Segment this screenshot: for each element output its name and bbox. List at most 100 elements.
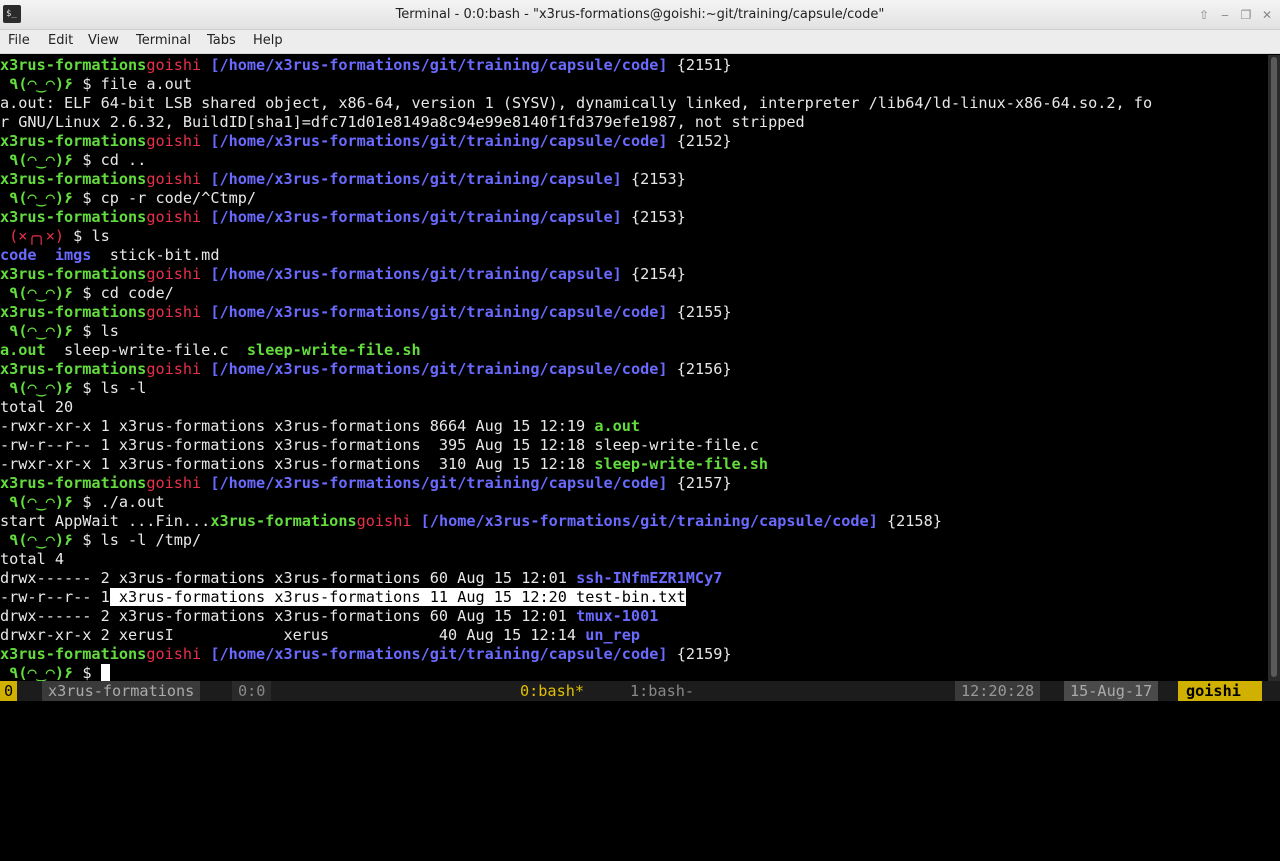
ls-entry-exec: a.out [0, 341, 46, 359]
terminal-line: x3rus-formationsgoishi [/home/x3rus-form… [0, 303, 1268, 322]
prompt-path: [/home/x3rus-formations/git/training/cap… [210, 265, 622, 283]
prompt-path: [/home/x3rus-formations/git/training/cap… [210, 360, 668, 378]
menu-edit[interactable]: Edit [48, 33, 73, 48]
window-titlebar[interactable]: $_ Terminal - 0:0:bash - "x3rus-formatio… [0, 0, 1280, 30]
window-tab-other[interactable]: 1:bash- [630, 681, 694, 701]
output-text: total 20 [0, 398, 74, 416]
command-text: ls -l [100, 379, 147, 397]
menu-help[interactable]: Help [253, 33, 283, 48]
ls-long-meta: -rwxr-xr-x 1 x3rus-formations x3rus-form… [0, 455, 595, 473]
terminal-line: total 20 [0, 398, 1268, 417]
status-host: goishi [1178, 681, 1262, 701]
terminal-line: ٩(◠‿◠)۶ $ ./a.out [0, 493, 165, 511]
prompt-history-number: {2153} [630, 208, 686, 226]
prompt-face: ٩(◠‿◠)۶ [0, 189, 83, 207]
ls-long-meta: -rwxr-xr-x 1 x3rus-formations x3rus-form… [0, 417, 595, 435]
command-text: file a.out [100, 75, 193, 93]
prompt-host: goishi [146, 645, 202, 663]
prompt-path: [/home/x3rus-formations/git/training/cap… [210, 303, 668, 321]
menu-file[interactable]: File [8, 33, 30, 48]
prompt-host: goishi [146, 265, 202, 283]
prompt-path: [/home/x3rus-formations/git/training/cap… [210, 208, 622, 226]
terminal-output[interactable]: x3rus-formationsgoishi [/home/x3rus-form… [0, 55, 1268, 681]
prompt-path: [/home/x3rus-formations/git/training/cap… [210, 170, 622, 188]
scrollbar-thumb[interactable] [1271, 57, 1277, 677]
prompt-path: [/home/x3rus-formations/git/training/cap… [210, 645, 668, 663]
terminal-line: -rw-r--r-- 1 x3rus-formations x3rus-form… [0, 588, 1268, 607]
ls-long-name: un_rep [585, 626, 641, 644]
status-time: 12:20:28 [955, 681, 1041, 701]
menu-tabs[interactable]: Tabs [207, 33, 236, 48]
ls-long-meta: drwxr-xr-x 2 xerus [0, 626, 165, 644]
terminal-line: x3rus-formationsgoishi [/home/x3rus-form… [0, 360, 1268, 379]
prompt-user: x3rus-formations [0, 170, 147, 188]
ls-long-meta: -rw-r--r-- 1 [0, 588, 110, 606]
terminal-line: total 4 [0, 550, 1268, 569]
ls-long-name: tmux-1001 [576, 607, 659, 625]
ls-long-name: sleep-write-file.c [594, 436, 759, 454]
prompt-history-number: {2153} [630, 170, 686, 188]
shade-icon[interactable]: ⇧ [1196, 7, 1212, 23]
terminal-line: drwx------ 2 x3rus-formations x3rus-form… [0, 569, 1268, 588]
text-cursor [100, 664, 110, 681]
terminal-line: ٩(◠‿◠)۶ $ file a.out [0, 75, 193, 93]
window-title: Terminal - 0:0:bash - "x3rus-formations@… [395, 7, 885, 22]
prompt-history-number: {2154} [630, 265, 686, 283]
output-text: r GNU/Linux 2.6.32, BuildID[sha1]=dfc71d… [0, 113, 805, 131]
terminal-line: x3rus-formationsgoishi [/home/x3rus-form… [0, 170, 1268, 189]
window-bottom [0, 701, 1280, 720]
command-text: ls [91, 227, 110, 245]
prompt-face: ٩(◠‿◠)۶ [0, 322, 83, 340]
prompt-history-number: {2159} [676, 645, 732, 663]
prompt-history-number: {2152} [676, 132, 732, 150]
ls-entry-dir: code [0, 246, 37, 264]
close-icon[interactable]: ✕ [1259, 7, 1275, 23]
prompt-face: ٩(◠‿◠)۶ [0, 379, 83, 397]
terminal-line: ٩(◠‿◠)۶ $ ls -l /tmp/ [0, 531, 202, 549]
terminal-line: x3rus-formationsgoishi [/home/x3rus-form… [0, 56, 1268, 75]
terminal-line: x3rus-formationsgoishi [/home/x3rus-form… [0, 265, 1268, 284]
prompt-history-number: {2157} [676, 474, 732, 492]
prompt-face: ٩(◠‿◠)۶ [0, 151, 83, 169]
terminal-line: code imgs stick-bit.md [0, 246, 1268, 265]
terminal-scrollbar[interactable] [1268, 55, 1280, 681]
prompt-user: x3rus-formations [0, 474, 147, 492]
menu-view[interactable]: View [88, 33, 119, 48]
tmux-status-bar: 0 x3rus-formations 0:0 0:bash* 1:bash- 1… [0, 681, 1280, 701]
ls-long-meta: drwx------ 2 x3rus-formations x3rus-form… [0, 607, 577, 625]
prompt-history-number: {2156} [676, 360, 732, 378]
prompt-history-number: {2158} [887, 512, 942, 530]
ls-long-name: sleep-write-file.sh [594, 455, 769, 473]
status-date: 15-Aug-17 [1064, 681, 1159, 701]
prompt-host: goishi [146, 56, 202, 74]
terminal-line: a.out: ELF 64-bit LSB shared object, x86… [0, 94, 1268, 113]
prompt-user: x3rus-formations [0, 132, 147, 150]
prompt-user: x3rus-formations [0, 360, 147, 378]
terminal-line: ٩(◠‿◠)۶ $ cd .. [0, 151, 147, 169]
prompt-host: goishi [146, 132, 202, 150]
command-text: cp -r code/^Ctmp/ [100, 189, 257, 207]
program-output: start AppWait ...Fin... [0, 512, 211, 530]
maximize-icon[interactable]: ❐ [1238, 7, 1254, 23]
terminal-line: x3rus-formationsgoishi [/home/x3rus-form… [0, 645, 1268, 664]
prompt-face: ٩(◠‿◠)۶ [0, 284, 83, 302]
prompt-face: ٩(◠‿◠)۶ [0, 75, 83, 93]
prompt-host: goishi [146, 474, 202, 492]
text-selection: x3rus-formations x3rus-formations 11 Aug… [109, 588, 686, 606]
menu-terminal[interactable]: Terminal [136, 33, 191, 48]
prompt-host: goishi [146, 170, 202, 188]
prompt-user: x3rus-formations [0, 265, 147, 283]
ls-long-name: ssh-INfmEZR1MCy7 [576, 569, 723, 587]
prompt-path: [/home/x3rus-formations/git/training/cap… [420, 512, 878, 530]
minimize-icon[interactable]: ‒ [1217, 7, 1233, 23]
window-tab-active[interactable]: 0:bash* [520, 681, 584, 701]
prompt-host: goishi [146, 208, 202, 226]
terminal-line: start AppWait ...Fin...x3rus-formationsg… [0, 512, 1268, 531]
prompt-user: x3rus-formations [210, 512, 357, 530]
prompt-path: [/home/x3rus-formations/git/training/cap… [210, 56, 668, 74]
terminal-line: -rwxr-xr-x 1 x3rus-formations x3rus-form… [0, 417, 1268, 436]
ls-entry-file: sleep-write-file.c [64, 341, 229, 359]
prompt-face: ٩(◠‿◠)۶ [0, 531, 83, 549]
command-text: cd .. [100, 151, 147, 169]
prompt-host: goishi [146, 360, 202, 378]
